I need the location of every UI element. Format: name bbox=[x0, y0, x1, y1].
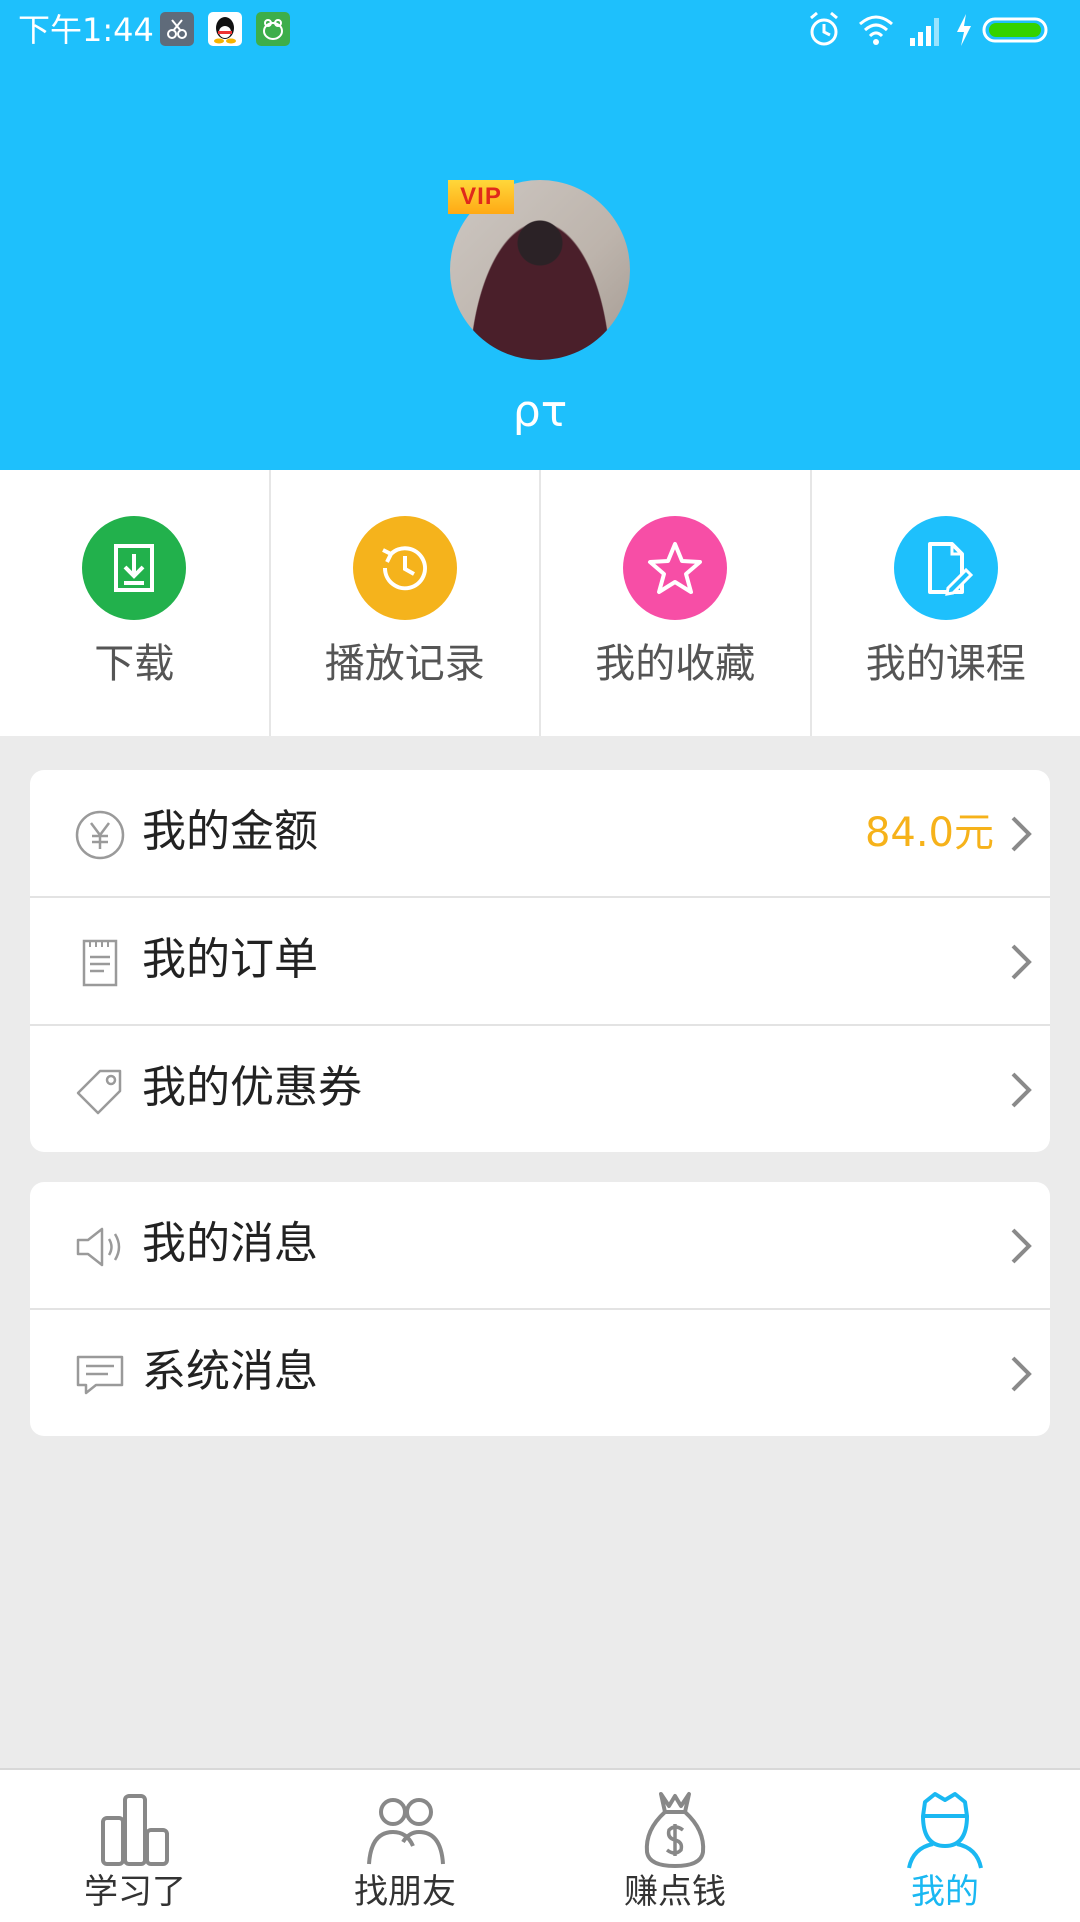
tab-label: 找朋友 bbox=[270, 1870, 540, 1914]
star-icon bbox=[623, 516, 727, 620]
yuan-icon bbox=[74, 809, 126, 861]
list-item-label: 我的订单 bbox=[142, 931, 318, 989]
list-item-label: 我的金额 bbox=[142, 803, 318, 861]
tab-earn[interactable]: 赚点钱 bbox=[540, 1770, 810, 1922]
list-item-my-messages[interactable]: 我的消息 bbox=[30, 1182, 1050, 1310]
quick-action-favorites[interactable]: 我的收藏 bbox=[541, 470, 812, 736]
friends-icon bbox=[363, 1790, 447, 1870]
list-item-orders[interactable]: 我的订单 bbox=[30, 898, 1050, 1026]
signal-icon bbox=[906, 10, 946, 54]
quick-action-download[interactable]: 下载 bbox=[0, 470, 271, 736]
quick-actions: 下载 播放记录 我的收藏 我的课程 bbox=[0, 470, 1080, 736]
bottom-navigation: 学习了 找朋友 赚点钱 我的 bbox=[0, 1768, 1080, 1922]
username: ρτ bbox=[0, 384, 1080, 440]
chevron-right-icon bbox=[1008, 1226, 1034, 1266]
download-icon bbox=[82, 516, 186, 620]
balance-amount: 84.0元 bbox=[865, 806, 994, 860]
wifi-icon bbox=[856, 10, 896, 54]
tab-mine[interactable]: 我的 bbox=[810, 1770, 1080, 1922]
list-item-coupons[interactable]: 我的优惠券 bbox=[30, 1026, 1050, 1152]
tab-label: 学习了 bbox=[0, 1870, 270, 1914]
wechat-frog-icon bbox=[256, 12, 290, 46]
tab-label: 赚点钱 bbox=[540, 1870, 810, 1914]
quick-action-label: 播放记录 bbox=[271, 638, 540, 690]
history-icon bbox=[353, 516, 457, 620]
profile-icon bbox=[903, 1790, 987, 1870]
list-item-label: 系统消息 bbox=[142, 1343, 318, 1401]
chevron-right-icon bbox=[1008, 814, 1034, 854]
quick-action-courses[interactable]: 我的课程 bbox=[812, 470, 1080, 736]
coupon-icon bbox=[74, 1065, 126, 1117]
list-item-label: 我的优惠券 bbox=[142, 1059, 362, 1117]
message-icon bbox=[74, 1349, 126, 1401]
list-item-system-messages[interactable]: 系统消息 bbox=[30, 1310, 1050, 1436]
quick-action-history[interactable]: 播放记录 bbox=[271, 470, 542, 736]
avatar-container[interactable]: VIP bbox=[450, 180, 630, 360]
tab-label: 我的 bbox=[810, 1870, 1080, 1914]
list-item-balance[interactable]: 我的金额 84.0元 bbox=[30, 770, 1050, 898]
message-card: 我的消息 系统消息 bbox=[30, 1182, 1050, 1436]
list-item-label: 我的消息 bbox=[142, 1215, 318, 1273]
qq-icon bbox=[208, 12, 242, 46]
quick-action-label: 下载 bbox=[0, 638, 269, 690]
tab-study[interactable]: 学习了 bbox=[0, 1770, 270, 1922]
chevron-right-icon bbox=[1008, 1070, 1034, 1110]
status-time: 下午1:44 bbox=[18, 8, 154, 52]
scissors-app-icon bbox=[160, 12, 194, 46]
account-card: 我的金额 84.0元 我的订单 我的优惠券 bbox=[30, 770, 1050, 1152]
battery-icon bbox=[982, 10, 1052, 54]
status-icons bbox=[806, 10, 1066, 50]
chevron-right-icon bbox=[1008, 1354, 1034, 1394]
profile-header: 下午1:44 bbox=[0, 0, 1080, 470]
charging-icon bbox=[952, 10, 976, 54]
chevron-right-icon bbox=[1008, 942, 1034, 982]
tab-friends[interactable]: 找朋友 bbox=[270, 1770, 540, 1922]
money-bag-icon bbox=[633, 1790, 717, 1870]
quick-action-label: 我的课程 bbox=[812, 638, 1080, 690]
course-doc-icon bbox=[894, 516, 998, 620]
speaker-icon bbox=[74, 1221, 126, 1273]
quick-action-label: 我的收藏 bbox=[541, 638, 810, 690]
order-icon bbox=[74, 937, 126, 989]
vip-badge: VIP bbox=[448, 180, 514, 214]
alarm-icon bbox=[806, 10, 842, 54]
status-bar: 下午1:44 bbox=[0, 0, 1080, 60]
chart-bars-icon bbox=[93, 1790, 177, 1870]
